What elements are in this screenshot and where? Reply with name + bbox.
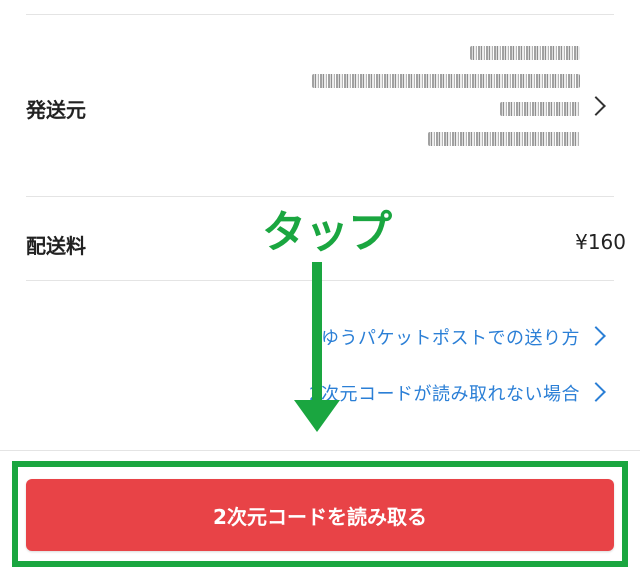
shipping-fee-value: ¥160 bbox=[575, 230, 626, 254]
arrow-down-head bbox=[294, 400, 340, 432]
sender-address-redacted bbox=[310, 44, 580, 152]
sender-label: 発送元 bbox=[26, 98, 86, 122]
chevron-right-icon bbox=[586, 326, 606, 346]
howto-link-label: ゆうパケットポストでの送り方 bbox=[321, 328, 580, 349]
footer-divider bbox=[0, 450, 640, 451]
chevron-right-icon bbox=[586, 382, 606, 402]
scan-2d-code-button[interactable]: 2次元コードを読み取る bbox=[26, 479, 614, 551]
arrow-down-icon bbox=[312, 262, 322, 408]
scan-trouble-link-label: 2次元コードが読み取れない場合 bbox=[309, 384, 580, 405]
shipping-fee-label: 配送料 bbox=[26, 234, 86, 258]
shipping-screen: 発送元 配送料 ¥160 ゆうパケットポストでの送り方 2次元コードが読み取れな… bbox=[0, 0, 640, 572]
chevron-right-icon bbox=[586, 96, 606, 116]
tap-annotation: タップ bbox=[262, 207, 392, 258]
top-divider bbox=[26, 14, 614, 15]
